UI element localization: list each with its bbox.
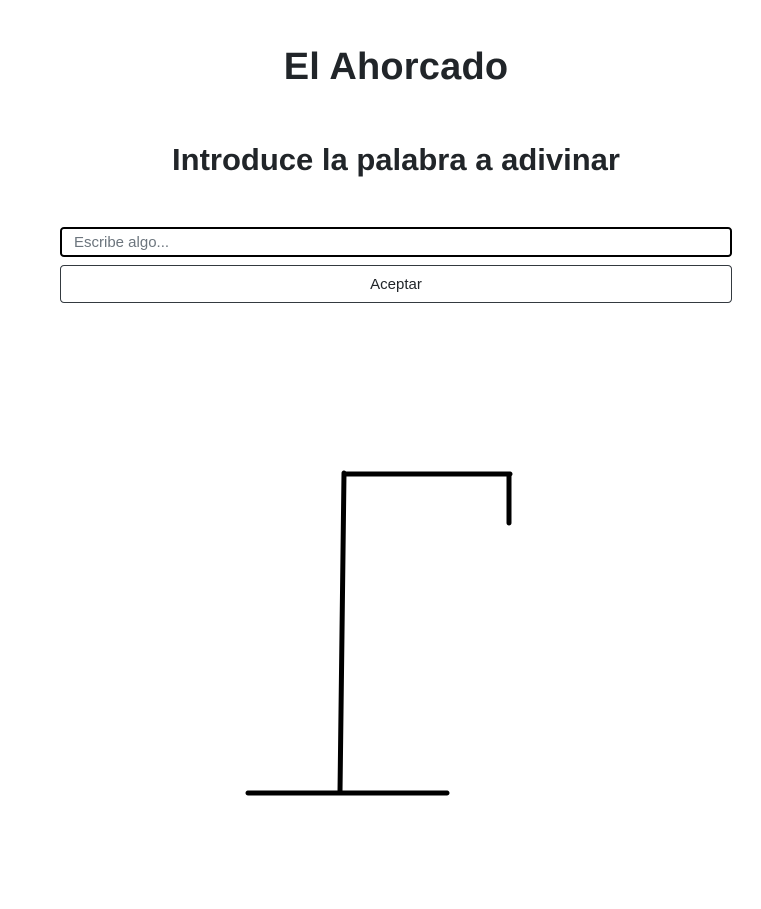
page-subtitle: Introduce la palabra a adivinar [172, 142, 620, 177]
hangman-page: El Ahorcado Introduce la palabra a adivi… [0, 0, 761, 909]
hangman-drawing [245, 470, 513, 796]
page-title: El Ahorcado [283, 46, 509, 88]
word-input[interactable] [60, 227, 732, 257]
accept-button[interactable]: Aceptar [60, 265, 732, 303]
gallows-post [337, 470, 347, 795]
